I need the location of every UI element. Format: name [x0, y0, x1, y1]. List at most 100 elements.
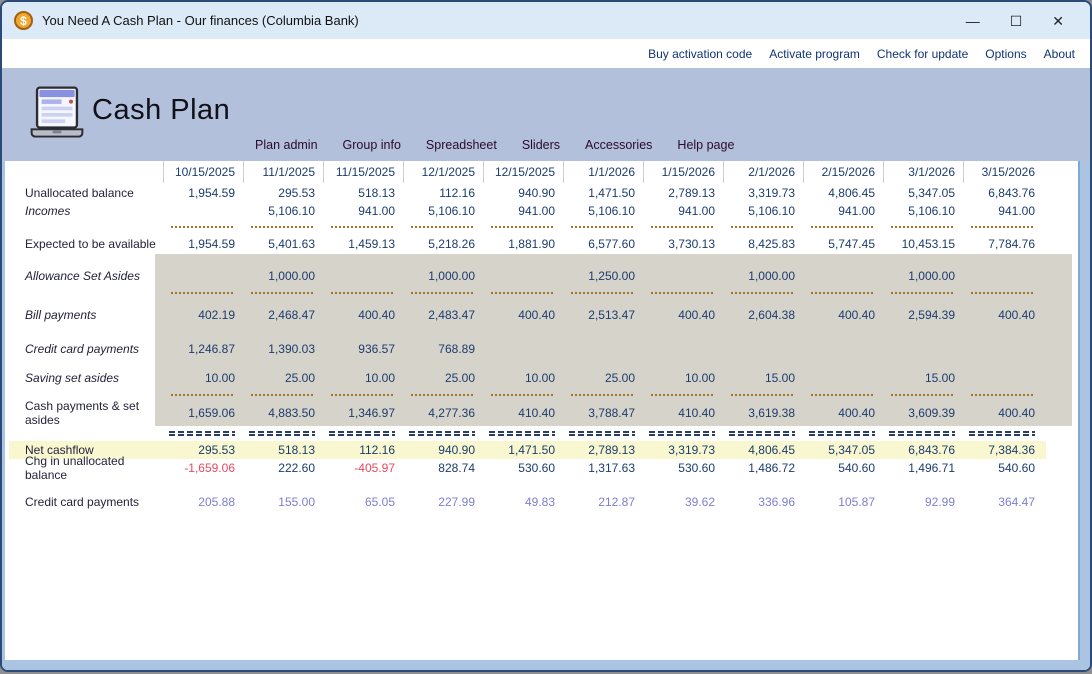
value-cell[interactable]: 2,789.13 [643, 183, 723, 202]
value-cell[interactable]: 10.00 [643, 366, 723, 390]
value-cell[interactable]: 112.16 [403, 183, 483, 202]
date-column-header[interactable]: 1/15/2026 [643, 161, 723, 183]
value-cell[interactable]: 941.00 [803, 202, 883, 220]
value-cell[interactable]: 5,347.05 [883, 183, 963, 202]
value-cell[interactable]: 540.60 [963, 459, 1043, 477]
value-cell[interactable]: 65.05 [323, 493, 403, 511]
value-cell[interactable]: 105.87 [803, 493, 883, 511]
value-cell[interactable]: 5,106.10 [723, 202, 803, 220]
value-cell[interactable]: 2,604.38 [723, 298, 803, 332]
date-column-header[interactable]: 12/15/2025 [483, 161, 563, 183]
value-cell[interactable] [483, 264, 563, 288]
value-cell[interactable]: 1,390.03 [243, 332, 323, 366]
value-cell[interactable] [963, 366, 1043, 390]
value-cell[interactable]: 941.00 [323, 202, 403, 220]
value-cell[interactable]: 8,425.83 [723, 233, 803, 254]
value-cell[interactable] [483, 332, 563, 366]
value-cell[interactable]: 222.60 [243, 459, 323, 477]
nav-link-help-page[interactable]: Help page [677, 138, 734, 152]
value-cell[interactable]: 530.60 [643, 459, 723, 477]
value-cell[interactable]: 400.40 [323, 298, 403, 332]
value-cell[interactable]: 39.62 [643, 493, 723, 511]
value-cell[interactable]: 7,384.36 [963, 441, 1043, 459]
value-cell[interactable]: 1,659.06 [163, 400, 243, 426]
value-cell[interactable]: 336.96 [723, 493, 803, 511]
value-cell[interactable]: 1,000.00 [403, 264, 483, 288]
value-cell[interactable]: 1,954.59 [163, 183, 243, 202]
value-cell[interactable]: 5,106.10 [563, 202, 643, 220]
value-cell[interactable]: 941.00 [963, 202, 1043, 220]
value-cell[interactable]: 3,319.73 [643, 441, 723, 459]
date-column-header[interactable]: 2/15/2026 [803, 161, 883, 183]
value-cell[interactable]: 49.83 [483, 493, 563, 511]
value-cell[interactable]: 112.16 [323, 441, 403, 459]
value-cell[interactable]: 400.40 [643, 298, 723, 332]
value-cell[interactable]: -1,659.06 [163, 459, 243, 477]
value-cell[interactable]: 295.53 [243, 183, 323, 202]
value-cell[interactable]: 205.88 [163, 493, 243, 511]
minimize-icon[interactable]: — [966, 14, 980, 28]
value-cell[interactable]: 530.60 [483, 459, 563, 477]
value-cell[interactable]: 10,453.15 [883, 233, 963, 254]
value-cell[interactable]: 1,486.72 [723, 459, 803, 477]
date-column-header[interactable]: 2/1/2026 [723, 161, 803, 183]
value-cell[interactable]: 4,883.50 [243, 400, 323, 426]
value-cell[interactable]: 1,459.13 [323, 233, 403, 254]
value-cell[interactable]: 1,317.63 [563, 459, 643, 477]
menu-item-buy-activation-code[interactable]: Buy activation code [648, 47, 752, 61]
value-cell[interactable]: 3,730.13 [643, 233, 723, 254]
value-cell[interactable]: 410.40 [483, 400, 563, 426]
value-cell[interactable]: 2,483.47 [403, 298, 483, 332]
value-cell[interactable]: 6,843.76 [963, 183, 1043, 202]
date-column-header[interactable]: 1/1/2026 [563, 161, 643, 183]
value-cell[interactable]: 364.47 [963, 493, 1043, 511]
value-cell[interactable]: 7,784.76 [963, 233, 1043, 254]
value-cell[interactable]: 936.57 [323, 332, 403, 366]
value-cell[interactable]: 400.40 [963, 400, 1043, 426]
menu-item-activate-program[interactable]: Activate program [769, 47, 860, 61]
close-icon[interactable]: ✕ [1052, 14, 1064, 28]
value-cell[interactable]: 2,468.47 [243, 298, 323, 332]
value-cell[interactable]: 4,806.45 [723, 441, 803, 459]
value-cell[interactable]: 227.99 [403, 493, 483, 511]
value-cell[interactable]: 400.40 [803, 400, 883, 426]
value-cell[interactable]: 518.13 [323, 183, 403, 202]
value-cell[interactable]: 4,806.45 [803, 183, 883, 202]
value-cell[interactable]: 400.40 [963, 298, 1043, 332]
value-cell[interactable]: 1,346.97 [323, 400, 403, 426]
value-cell[interactable]: 1,246.87 [163, 332, 243, 366]
value-cell[interactable]: 941.00 [643, 202, 723, 220]
value-cell[interactable]: 941.00 [483, 202, 563, 220]
value-cell[interactable]: 15.00 [883, 366, 963, 390]
value-cell[interactable]: 410.40 [643, 400, 723, 426]
value-cell[interactable] [643, 264, 723, 288]
value-cell[interactable]: 540.60 [803, 459, 883, 477]
value-cell[interactable]: 10.00 [483, 366, 563, 390]
value-cell[interactable]: 1,000.00 [883, 264, 963, 288]
value-cell[interactable]: -405.97 [323, 459, 403, 477]
value-cell[interactable]: 25.00 [403, 366, 483, 390]
value-cell[interactable]: 828.74 [403, 459, 483, 477]
value-cell[interactable] [163, 202, 243, 220]
value-cell[interactable]: 25.00 [563, 366, 643, 390]
value-cell[interactable] [563, 332, 643, 366]
value-cell[interactable]: 25.00 [243, 366, 323, 390]
value-cell[interactable] [803, 332, 883, 366]
date-column-header[interactable]: 11/15/2025 [323, 161, 403, 183]
value-cell[interactable] [643, 332, 723, 366]
value-cell[interactable]: 10.00 [163, 366, 243, 390]
value-cell[interactable]: 5,106.10 [403, 202, 483, 220]
date-column-header[interactable]: 12/1/2025 [403, 161, 483, 183]
nav-link-plan-admin[interactable]: Plan admin [255, 138, 318, 152]
value-cell[interactable]: 15.00 [723, 366, 803, 390]
value-cell[interactable] [323, 264, 403, 288]
value-cell[interactable]: 402.19 [163, 298, 243, 332]
value-cell[interactable]: 1,471.50 [563, 183, 643, 202]
value-cell[interactable] [883, 332, 963, 366]
value-cell[interactable]: 3,788.47 [563, 400, 643, 426]
value-cell[interactable]: 155.00 [243, 493, 323, 511]
value-cell[interactable]: 3,319.73 [723, 183, 803, 202]
value-cell[interactable]: 1,000.00 [243, 264, 323, 288]
value-cell[interactable]: 1,250.00 [563, 264, 643, 288]
date-column-header[interactable]: 3/1/2026 [883, 161, 963, 183]
